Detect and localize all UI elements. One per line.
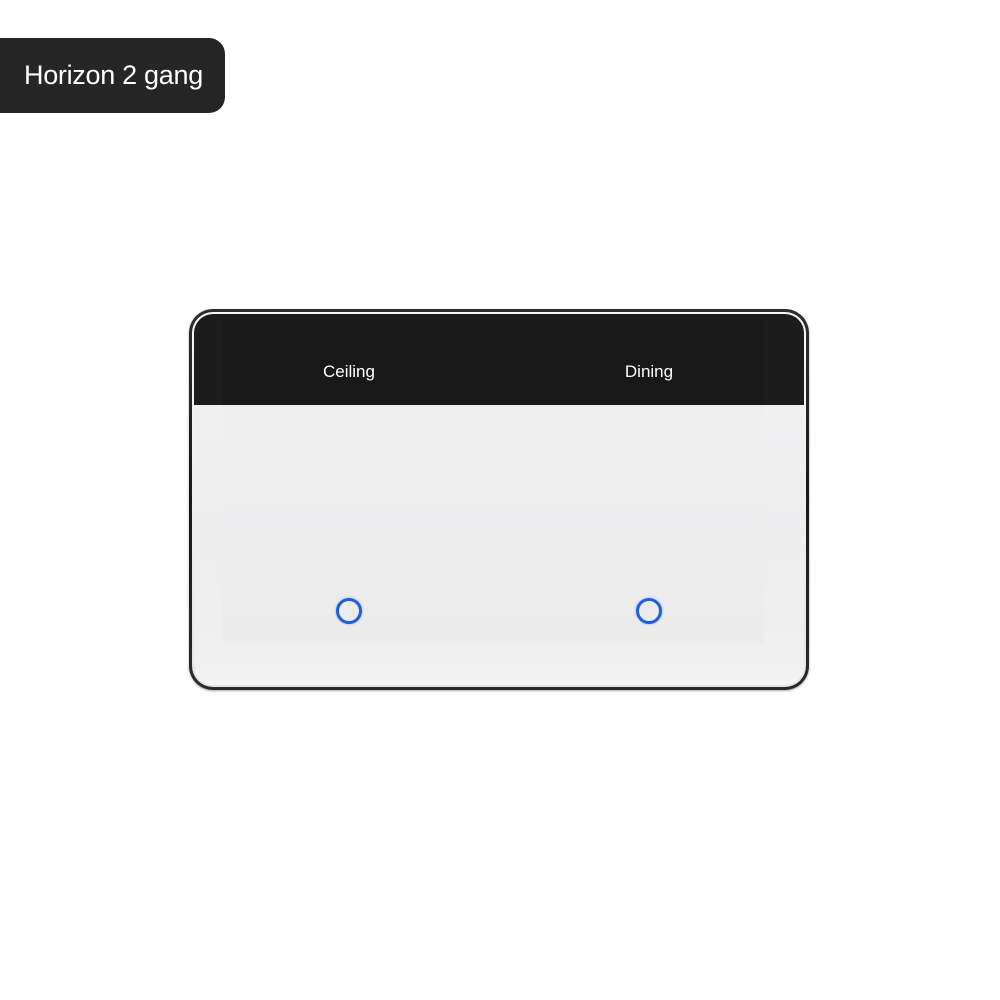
- touch-switch-panel: Ceiling Dining: [189, 309, 809, 690]
- gang-label-dining: Dining: [624, 362, 674, 381]
- product-title: Horizon 2 gang: [24, 60, 203, 90]
- label-strip: Ceiling Dining: [194, 314, 804, 405]
- gang-label-ceiling: Ceiling: [323, 362, 375, 381]
- panel-frame: Ceiling Dining: [192, 312, 806, 687]
- panel-bottom-edge: [194, 663, 804, 685]
- panel-glass-face: Ceiling Dining: [194, 314, 804, 685]
- indicator-ring-icon: [336, 598, 362, 624]
- product-title-badge: Horizon 2 gang: [0, 38, 225, 113]
- indicator-ring-icon: [636, 598, 662, 624]
